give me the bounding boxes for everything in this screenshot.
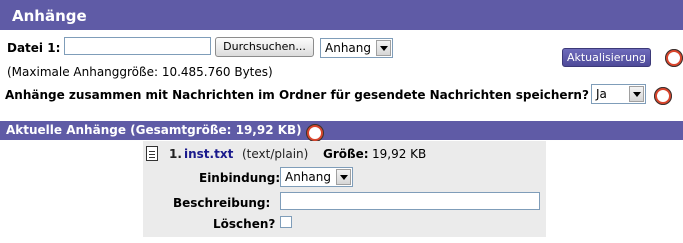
save-sent-select[interactable]: Ja — [591, 84, 646, 104]
help-icon[interactable] — [654, 87, 672, 105]
help-icon[interactable] — [306, 124, 324, 142]
attachment-size: 19,92 KB — [372, 147, 427, 161]
attachment-filename-link[interactable]: inst.txt — [184, 147, 233, 161]
chevron-down-icon[interactable] — [376, 40, 391, 56]
file-1-label: Datei 1: — [7, 41, 61, 55]
chevron-down-icon[interactable] — [629, 86, 644, 102]
disposition-select[interactable]: Anhang — [320, 38, 393, 58]
attachment-disposition-select[interactable]: Anhang — [280, 167, 353, 187]
delete-label: Löschen? — [213, 217, 276, 231]
attachments-title: Anhänge — [12, 7, 87, 25]
description-label: Beschreibung: — [173, 196, 271, 210]
browse-button[interactable]: Durchsuchen... — [215, 37, 314, 57]
chevron-down-icon[interactable] — [336, 169, 351, 185]
attachment-number: 1. — [169, 147, 182, 161]
attachment-mimetype: (text/plain) — [242, 147, 309, 161]
description-input[interactable] — [280, 192, 540, 210]
file-1-input[interactable] — [64, 37, 211, 55]
attachments-header: Anhänge — [0, 0, 683, 30]
document-icon — [146, 146, 158, 161]
update-button[interactable]: Aktualisierung — [562, 48, 651, 67]
help-icon[interactable] — [665, 49, 683, 67]
max-size-note: (Maximale Anhanggröße: 10.485.760 Bytes) — [7, 65, 273, 79]
disposition-select-value: Anhang — [325, 41, 371, 55]
save-sent-label: Anhänge zusammen mit Nachrichten im Ordn… — [5, 88, 589, 102]
current-attachments-title: Aktuelle Anhänge (Gesamtgröße: 19,92 KB) — [6, 123, 302, 137]
save-sent-select-value: Ja — [596, 87, 607, 101]
disposition-label: Einbindung: — [199, 171, 281, 185]
delete-checkbox[interactable] — [280, 216, 292, 228]
current-attachments-header: Aktuelle Anhänge (Gesamtgröße: 19,92 KB) — [0, 121, 683, 140]
attachment-disposition-value: Anhang — [285, 170, 331, 184]
attachment-size-label: Größe: — [323, 147, 369, 161]
